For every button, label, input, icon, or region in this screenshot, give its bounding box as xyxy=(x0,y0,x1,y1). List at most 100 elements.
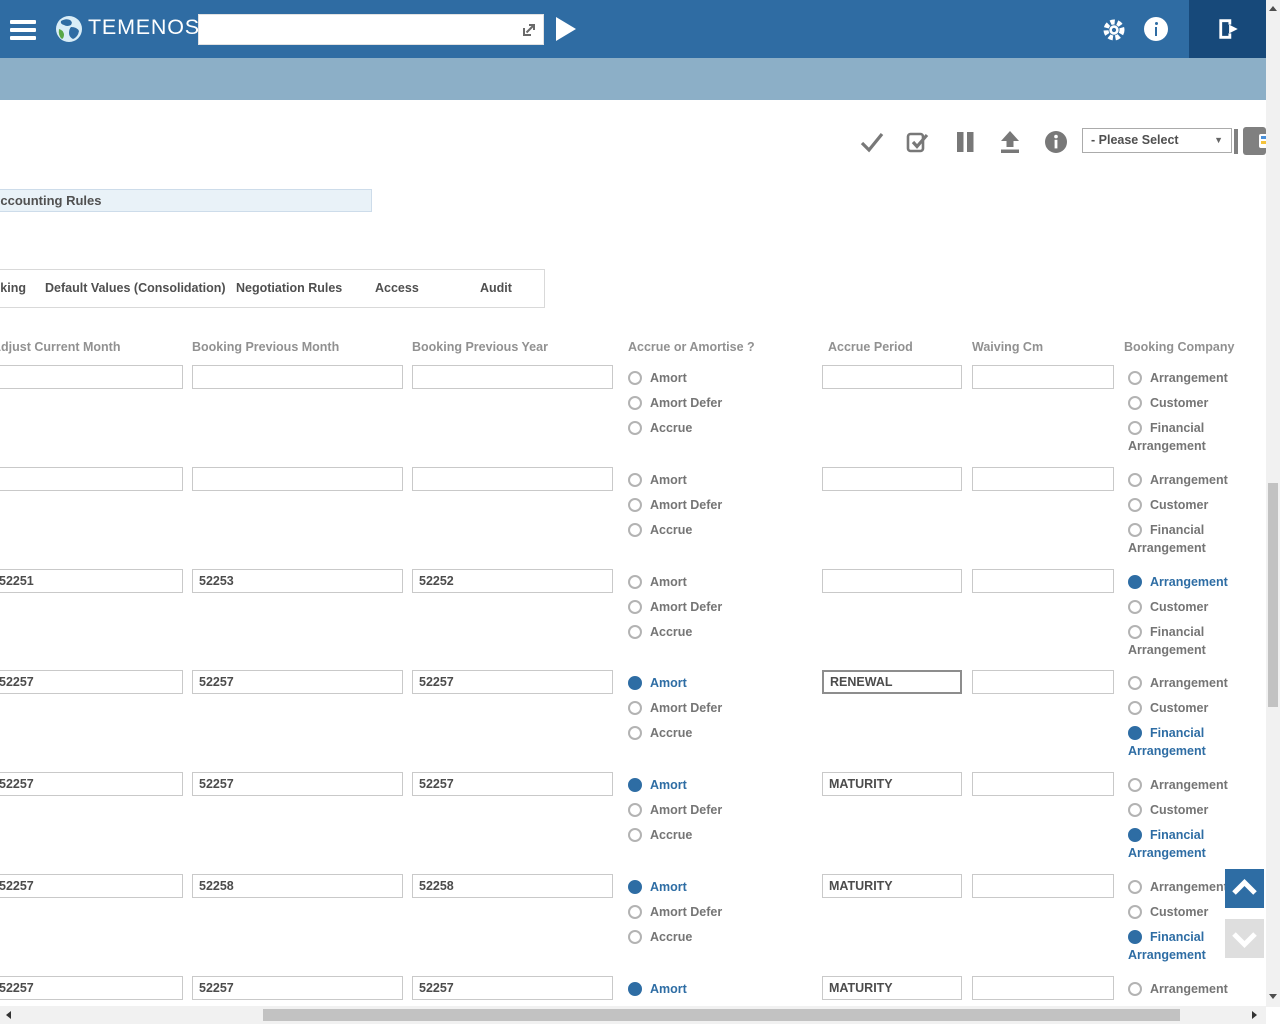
adjust-current-month-input[interactable] xyxy=(0,670,183,694)
radio-icon[interactable] xyxy=(1128,575,1142,589)
radio-icon[interactable] xyxy=(1128,371,1142,385)
accrue-option-amort-defer[interactable]: Amort Defer xyxy=(628,598,740,616)
radio-icon[interactable] xyxy=(1128,726,1142,740)
signout-button[interactable] xyxy=(1189,0,1266,58)
company-option-financial-arrangement[interactable]: Financial Arrangement xyxy=(1128,521,1240,557)
info-icon[interactable] xyxy=(1043,129,1069,155)
booking-previous-month-input[interactable] xyxy=(192,670,403,694)
adjust-current-month-input[interactable] xyxy=(0,569,183,593)
accrue-period-input[interactable] xyxy=(822,874,962,898)
waiving-cm-input[interactable] xyxy=(972,467,1114,491)
company-option-customer[interactable]: Customer xyxy=(1128,903,1240,921)
radio-icon[interactable] xyxy=(1128,421,1142,435)
radio-icon[interactable] xyxy=(1128,523,1142,537)
company-option-financial-arrangement[interactable]: Financial Arrangement xyxy=(1128,826,1240,862)
company-option-financial-arrangement[interactable]: Financial Arrangement xyxy=(1128,623,1240,659)
validate-icon[interactable] xyxy=(904,129,930,155)
company-option-arrangement[interactable]: Arrangement xyxy=(1128,878,1240,896)
vertical-scrollbar-thumb[interactable] xyxy=(1268,483,1278,707)
accrue-option-amort[interactable]: Amort xyxy=(628,674,740,692)
booking-previous-month-input[interactable] xyxy=(192,976,403,1000)
clipboard-button[interactable] xyxy=(1243,127,1266,155)
booking-previous-year-input[interactable] xyxy=(412,569,613,593)
accrue-option-amort-defer[interactable]: Amort Defer xyxy=(628,699,740,717)
accrue-period-input[interactable] xyxy=(822,670,962,694)
radio-icon[interactable] xyxy=(1128,828,1142,842)
radio-icon[interactable] xyxy=(628,803,642,817)
tab-negotiation-rules[interactable]: Negotiation Rules xyxy=(236,281,342,295)
accrue-period-input[interactable] xyxy=(822,569,962,593)
action-select[interactable]: - Please Select ▼ xyxy=(1082,128,1232,153)
radio-icon[interactable] xyxy=(1128,701,1142,715)
accrue-option-amort-defer[interactable]: Amort Defer xyxy=(628,394,740,412)
radio-icon[interactable] xyxy=(1128,778,1142,792)
booking-previous-month-input[interactable] xyxy=(192,569,403,593)
accrue-option-accrue[interactable]: Accrue xyxy=(628,928,740,946)
radio-icon[interactable] xyxy=(628,880,642,894)
radio-icon[interactable] xyxy=(628,726,642,740)
accrue-option-accrue[interactable]: Accrue xyxy=(628,724,740,742)
info-icon[interactable] xyxy=(1144,17,1168,41)
adjust-current-month-input[interactable] xyxy=(0,976,183,1000)
accrue-option-amort-defer[interactable]: Amort Defer xyxy=(628,801,740,819)
menu-icon[interactable] xyxy=(10,20,36,40)
accrue-option-accrue[interactable]: Accrue xyxy=(628,419,740,437)
accrue-option-amort[interactable]: Amort xyxy=(628,573,740,591)
waiving-cm-input[interactable] xyxy=(972,874,1114,898)
radio-icon[interactable] xyxy=(628,575,642,589)
accrue-option-accrue[interactable]: Accrue xyxy=(628,521,740,539)
gear-icon[interactable] xyxy=(1100,16,1128,44)
booking-previous-year-input[interactable] xyxy=(412,365,613,389)
accrue-period-input[interactable] xyxy=(822,467,962,491)
run-icon[interactable] xyxy=(556,17,576,41)
radio-icon[interactable] xyxy=(628,828,642,842)
hold-icon[interactable] xyxy=(952,129,978,155)
company-option-customer[interactable]: Customer xyxy=(1128,496,1240,514)
waiving-cm-input[interactable] xyxy=(972,772,1114,796)
company-option-arrangement[interactable]: Arrangement xyxy=(1128,471,1240,489)
booking-previous-year-input[interactable] xyxy=(412,976,613,1000)
accrue-option-amort[interactable]: Amort xyxy=(628,369,740,387)
booking-previous-year-input[interactable] xyxy=(412,467,613,491)
radio-icon[interactable] xyxy=(1128,498,1142,512)
tab-access[interactable]: Access xyxy=(375,281,419,295)
radio-icon[interactable] xyxy=(628,498,642,512)
scrollbar-up-arrow-icon[interactable] xyxy=(1269,6,1277,11)
adjust-current-month-input[interactable] xyxy=(0,874,183,898)
company-option-financial-arrangement[interactable]: Financial Arrangement xyxy=(1128,724,1240,760)
waiving-cm-input[interactable] xyxy=(972,976,1114,1000)
search-input[interactable] xyxy=(203,17,513,42)
company-option-customer[interactable]: Customer xyxy=(1128,598,1240,616)
toolbar-button-fragment[interactable] xyxy=(1234,129,1238,154)
company-option-customer[interactable]: Customer xyxy=(1128,394,1240,412)
radio-icon[interactable] xyxy=(628,930,642,944)
radio-icon[interactable] xyxy=(628,421,642,435)
booking-previous-year-input[interactable] xyxy=(412,874,613,898)
company-option-financial-arrangement[interactable]: Financial Arrangement xyxy=(1128,928,1240,964)
commit-icon[interactable] xyxy=(859,129,885,155)
radio-icon[interactable] xyxy=(628,371,642,385)
radio-icon[interactable] xyxy=(628,778,642,792)
scroll-down-button[interactable] xyxy=(1225,919,1264,958)
scrollbar-left-arrow-icon[interactable] xyxy=(6,1011,11,1019)
accrue-option-amort-defer[interactable]: Amort Defer xyxy=(628,496,740,514)
booking-previous-month-input[interactable] xyxy=(192,467,403,491)
accrue-option-amort[interactable]: Amort xyxy=(628,980,740,998)
radio-icon[interactable] xyxy=(1128,625,1142,639)
radio-icon[interactable] xyxy=(1128,982,1142,996)
booking-previous-month-input[interactable] xyxy=(192,772,403,796)
radio-icon[interactable] xyxy=(628,701,642,715)
radio-icon[interactable] xyxy=(628,676,642,690)
radio-icon[interactable] xyxy=(628,523,642,537)
radio-icon[interactable] xyxy=(1128,880,1142,894)
radio-icon[interactable] xyxy=(1128,676,1142,690)
adjust-current-month-input[interactable] xyxy=(0,365,183,389)
horizontal-scrollbar-thumb[interactable] xyxy=(263,1009,1180,1021)
accrue-option-accrue[interactable]: Accrue xyxy=(628,623,740,641)
waiving-cm-input[interactable] xyxy=(972,365,1114,389)
booking-previous-year-input[interactable] xyxy=(412,670,613,694)
radio-icon[interactable] xyxy=(628,982,642,996)
accrue-option-amort[interactable]: Amort xyxy=(628,776,740,794)
upload-icon[interactable] xyxy=(997,129,1023,155)
radio-icon[interactable] xyxy=(1128,396,1142,410)
